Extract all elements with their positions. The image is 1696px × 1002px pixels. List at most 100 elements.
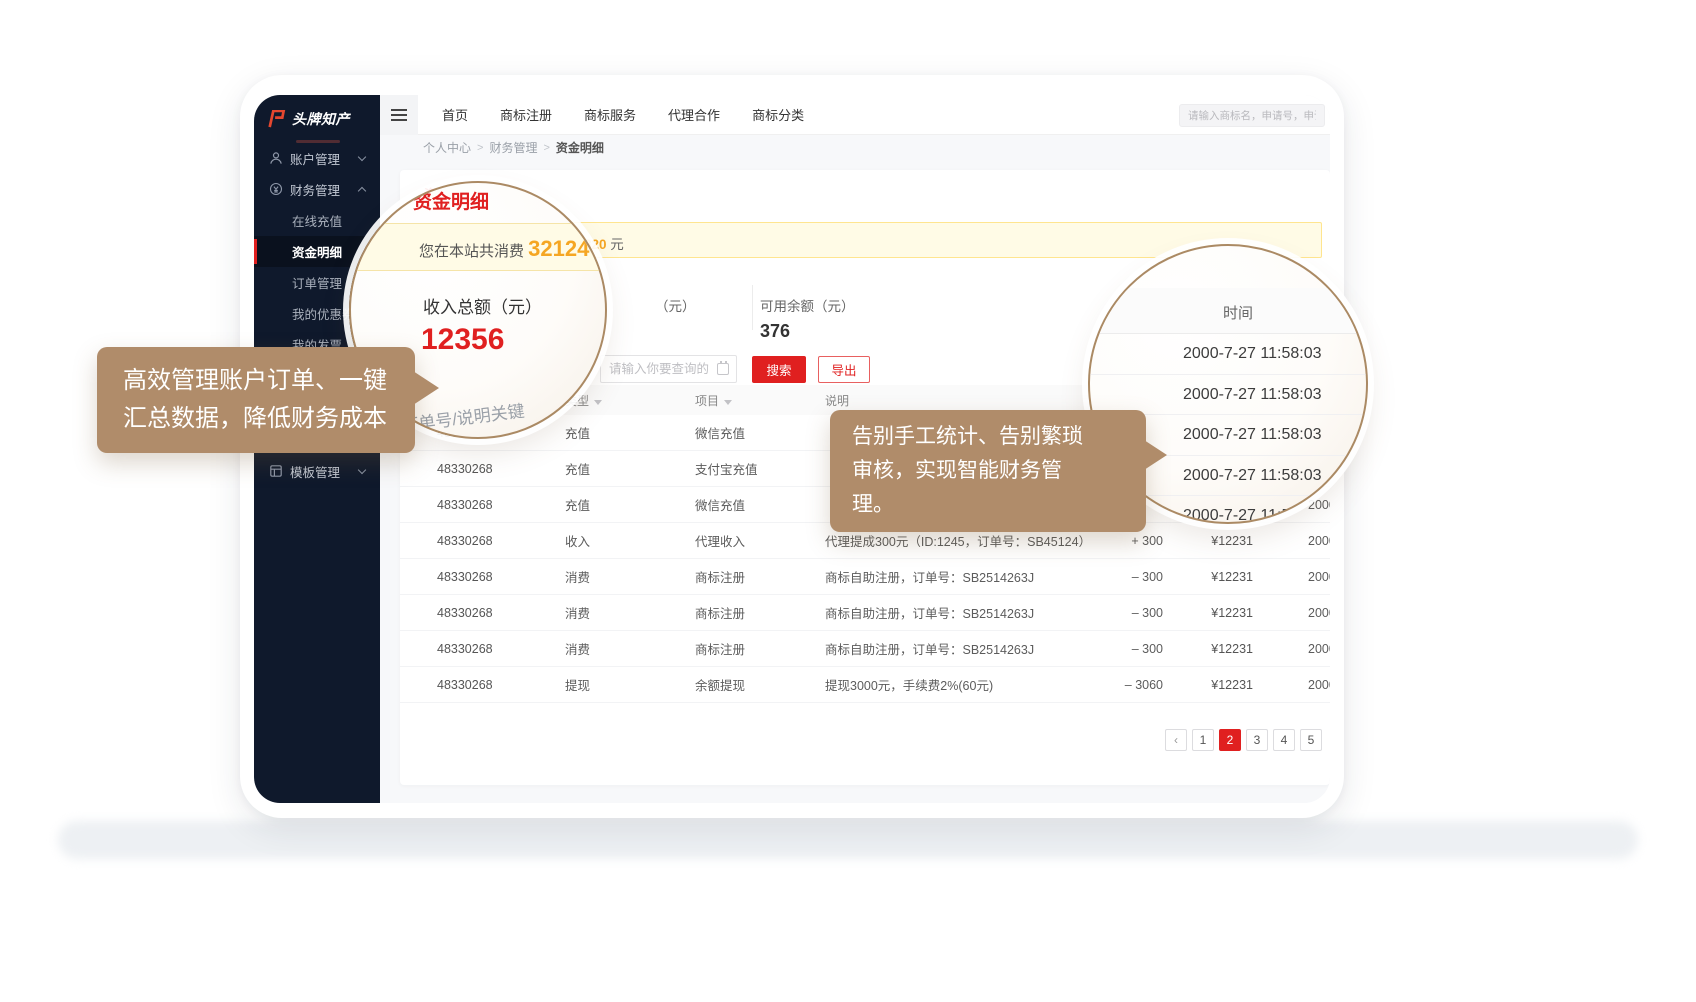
cell-project: 商标注册	[683, 639, 813, 658]
cell-project: 微信充值	[683, 423, 813, 442]
nav-item[interactable]: 首页	[442, 105, 468, 124]
callout-arrow-right-icon	[1144, 440, 1167, 470]
cell-balance: ¥12231	[1163, 642, 1253, 656]
cell-type: 充值	[553, 495, 683, 514]
breadcrumb: 个人中心 > 财务管理 > 资金明细	[380, 135, 1330, 160]
magnified-time-row: 2000-7-27 11:58:03	[1090, 375, 1366, 416]
nav-item[interactable]: 商标分类	[752, 105, 804, 124]
laptop-base-shadow	[58, 821, 1638, 859]
cell-type: 消费	[553, 603, 683, 622]
breadcrumb-item[interactable]: 个人中心	[423, 139, 471, 156]
callout-right-line3: 理。	[852, 488, 1124, 522]
callout-left-line2: 汇总数据，降低财务成本	[123, 400, 389, 438]
logo-text: 头牌知产	[292, 109, 350, 129]
cell-desc: 商标自助注册，订单号：SB2514263J	[813, 639, 1083, 658]
cell-project: 商标注册	[683, 567, 813, 586]
top-nav-items: 首页 商标注册 商标服务 代理合作 商标分类	[442, 105, 804, 124]
menu-button[interactable]	[380, 95, 418, 135]
magnified-tab-label: 资金明细	[413, 187, 489, 214]
sidebar-item-label: 模板管理	[290, 462, 340, 481]
table-row: 48330268消费商标注册商标自助注册，订单号：SB2514263J– 300…	[400, 595, 1330, 631]
stat-balance: 可用余额（元） 376	[760, 295, 855, 342]
header-desc: 说明	[813, 392, 1083, 409]
cell-amount: – 300	[1083, 570, 1163, 584]
cell-project: 微信充值	[683, 495, 813, 514]
chevron-down-icon	[358, 466, 366, 474]
caret-down-icon	[724, 400, 732, 405]
cell-balance: ¥12231	[1163, 606, 1253, 620]
date-input-wrap	[600, 355, 737, 383]
template-icon	[269, 464, 283, 478]
header-project[interactable]: 项目	[683, 392, 813, 409]
cell-project: 商标注册	[683, 603, 813, 622]
cell-order: 48330268	[400, 570, 553, 584]
top-navbar: 首页 商标注册 商标服务 代理合作 商标分类	[380, 95, 1330, 135]
cell-balance: ¥12231	[1163, 678, 1253, 692]
cell-project: 代理收入	[683, 531, 813, 550]
cell-order: 48330268	[400, 606, 553, 620]
cell-desc: 商标自助注册，订单号：SB2514263J	[813, 567, 1083, 586]
calendar-icon[interactable]	[717, 363, 729, 375]
nav-item[interactable]: 商标注册	[500, 105, 552, 124]
breadcrumb-separator: >	[543, 142, 549, 154]
sidebar-item-模板管理[interactable]: 模板管理	[254, 456, 380, 487]
magnified-time-value: 2000-7-27 11:58:03	[1183, 507, 1321, 524]
caret-down-icon	[594, 400, 602, 405]
callout-arrow-right-icon	[413, 371, 439, 405]
nav-item[interactable]: 代理合作	[668, 105, 720, 124]
cell-amount: – 300	[1083, 606, 1163, 620]
sidebar-item-label: 资金明细	[292, 242, 342, 261]
logo-icon	[266, 110, 286, 128]
sidebar-item-label: 财务管理	[290, 180, 340, 199]
callout-left: 高效管理账户订单、一键 汇总数据，降低财务成本	[97, 347, 415, 453]
cell-time: 2000-7-27 11:58:03	[1308, 570, 1330, 584]
breadcrumb-item[interactable]: 财务管理	[489, 139, 537, 156]
cell-desc: 代理提成300元（ID:1245，订单号：SB45124）	[813, 531, 1083, 550]
pagination-page-1[interactable]: 1	[1192, 729, 1214, 751]
magnified-time-row: 2000-7-27 11:58:03	[1090, 334, 1366, 375]
sidebar-item-账户管理[interactable]: 账户管理	[254, 143, 380, 174]
cell-time: 2000-7-27 11:58:03	[1308, 534, 1330, 548]
cell-desc: 商标自助注册，订单号：SB2514263J	[813, 603, 1083, 622]
pagination-prev[interactable]: ‹	[1165, 729, 1187, 751]
magnified-time-value: 2000-7-27 11:58:03	[1183, 426, 1321, 444]
magnified-time-header: 时间	[1088, 288, 1368, 334]
callout-left-line1: 高效管理账户订单、一键	[123, 362, 389, 400]
cell-order: 48330268	[400, 462, 553, 476]
pagination-page-4[interactable]: 4	[1273, 729, 1295, 751]
search-input[interactable]	[1179, 104, 1325, 127]
pagination-page-5[interactable]: 5	[1300, 729, 1322, 751]
cell-order: 48330268	[400, 678, 553, 692]
sidebar-item-label: 我的优惠券	[292, 304, 355, 323]
cell-amount: – 3060	[1083, 678, 1163, 692]
cell-time: 2000-7-27 11:58:03	[1308, 678, 1330, 692]
pagination: ‹12345	[1165, 729, 1322, 751]
cell-type: 充值	[553, 459, 683, 478]
pagination-page-3[interactable]: 3	[1246, 729, 1268, 751]
chevron-up-icon	[358, 187, 366, 195]
cell-project: 余额提现	[683, 675, 813, 694]
breadcrumb-separator: >	[477, 142, 483, 154]
sidebar-item-财务管理[interactable]: 财务管理	[254, 174, 380, 205]
cell-type: 充值	[553, 423, 683, 442]
magnified-time-value: 2000-7-27 11:58:03	[1183, 345, 1321, 363]
sidebar-item-label: 在线充值	[292, 211, 342, 230]
cell-project: 支付宝充值	[683, 459, 813, 478]
export-button[interactable]: 导出	[818, 356, 870, 383]
table-row: 48330268提现余额提现提现3000元，手续费2%(60元)– 3060¥1…	[400, 667, 1330, 703]
cell-order: 48330268	[400, 642, 553, 656]
logo[interactable]: 头牌知产	[254, 95, 380, 139]
cell-order: 48330268	[400, 534, 553, 548]
pagination-page-2[interactable]: 2	[1219, 729, 1241, 751]
callout-right-line1: 告别手工统计、告别繁琐	[852, 420, 1124, 454]
stats-divider	[752, 285, 753, 330]
cell-time: 2000-7-27 11:58:03	[1308, 606, 1330, 620]
magnified-time-value: 2000-7-27 11:58:03	[1183, 467, 1321, 485]
magnified-time-value: 2000-7-27 11:58:03	[1183, 386, 1321, 404]
cell-amount: + 300	[1083, 534, 1163, 548]
search-button[interactable]: 搜索	[752, 356, 806, 383]
nav-item[interactable]: 商标服务	[584, 105, 636, 124]
magnified-income-label: 收入总额（元）	[423, 293, 542, 318]
table-row: 48330268消费商标注册商标自助注册，订单号：SB2514263J– 300…	[400, 631, 1330, 667]
breadcrumb-item: 资金明细	[556, 139, 604, 156]
